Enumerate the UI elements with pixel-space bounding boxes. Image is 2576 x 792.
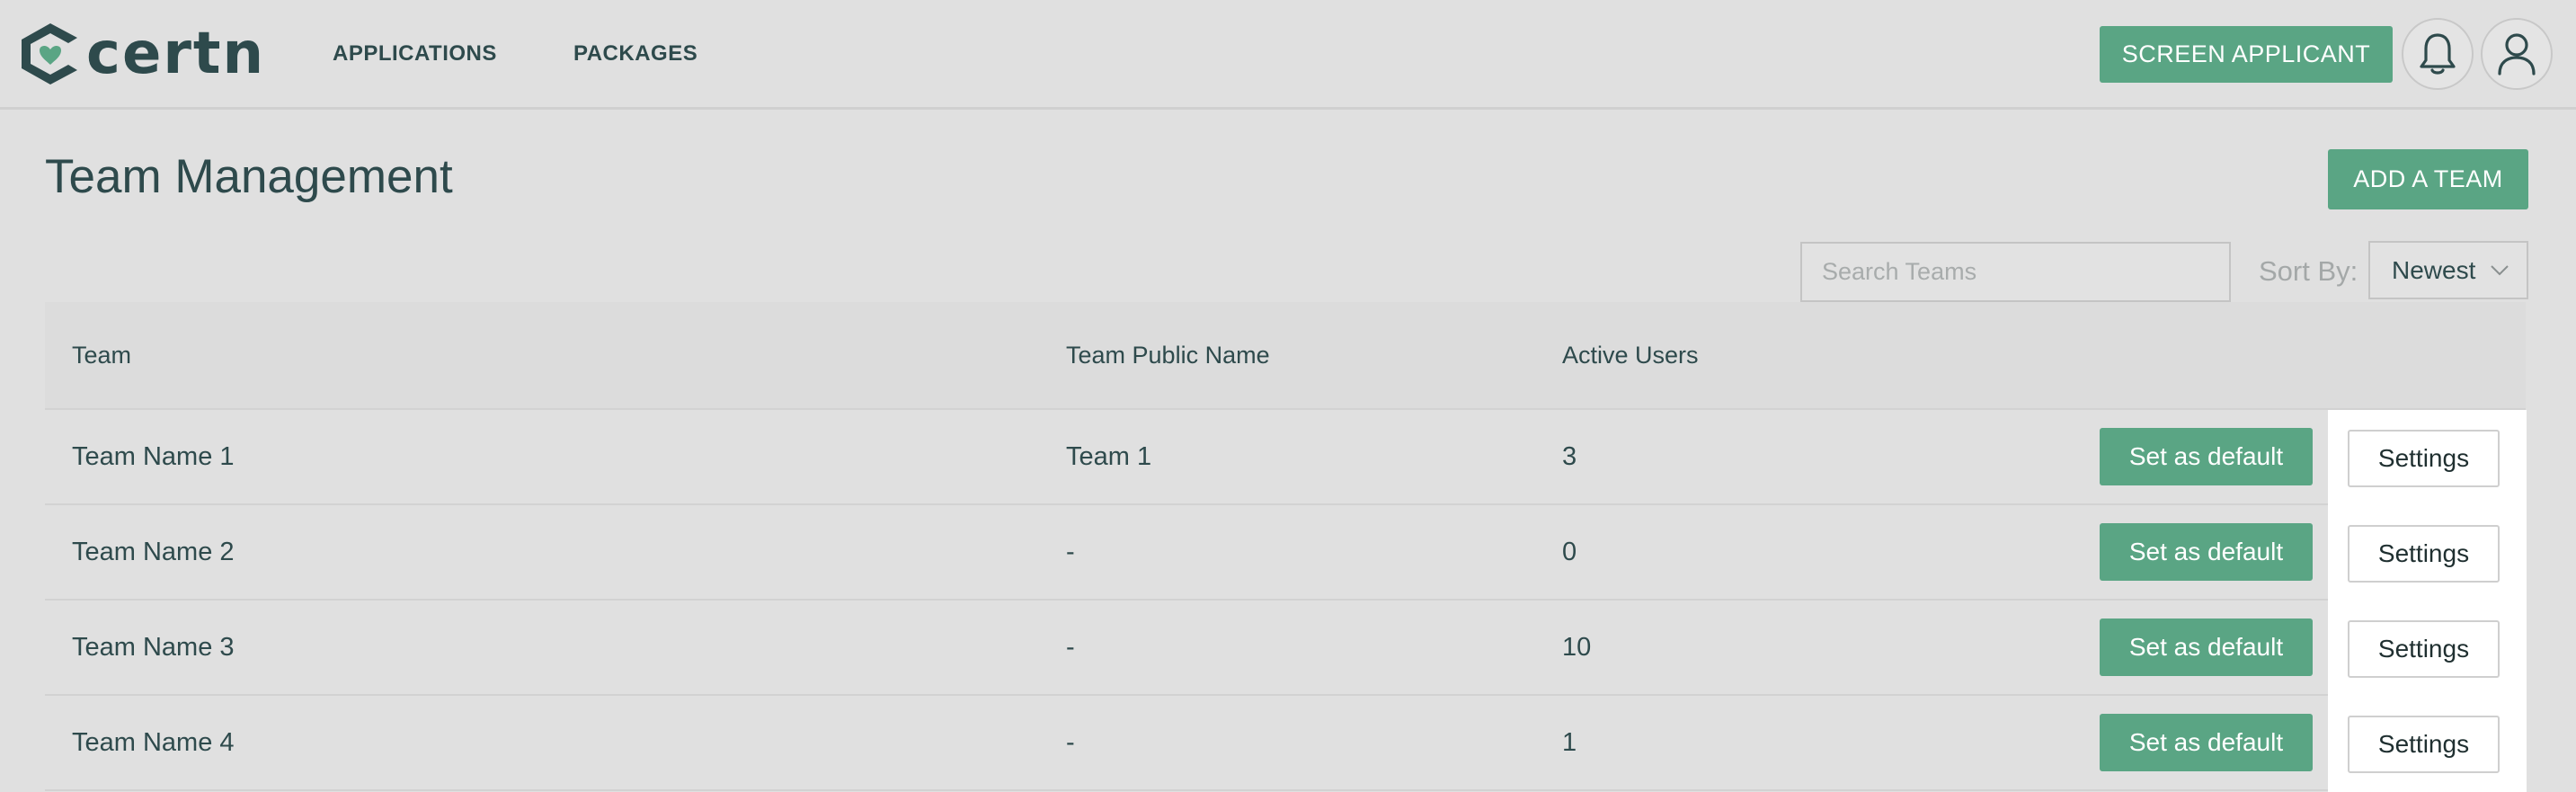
team-name-cell: Team Name 2	[72, 538, 235, 566]
notifications-button[interactable]	[2402, 18, 2474, 90]
active-users-cell: 0	[1562, 538, 1577, 566]
table-row: Team Name 1 Team 1 3 Set as default	[45, 410, 2526, 505]
settings-button[interactable]: Settings	[2348, 620, 2500, 678]
team-public-name-cell: -	[1066, 633, 1075, 662]
page-title: Team Management	[45, 150, 453, 203]
nav-link-packages[interactable]: PACKAGES	[573, 40, 697, 68]
bell-icon	[2420, 33, 2456, 75]
set-as-default-button[interactable]: Set as default	[2100, 523, 2313, 581]
sort-by-label: Sort By:	[2259, 255, 2358, 287]
table-row: Team Name 3 - 10 Set as default	[45, 601, 2526, 696]
teams-table: Team Team Public Name Active Users Team …	[45, 302, 2526, 791]
table-header: Team Team Public Name Active Users	[45, 302, 2526, 410]
sort-select[interactable]: Newest	[2368, 241, 2528, 299]
active-users-cell: 1	[1562, 728, 1577, 757]
profile-button[interactable]	[2481, 18, 2553, 90]
table-row: Team Name 2 - 0 Set as default	[45, 505, 2526, 601]
nav-link-applications[interactable]: APPLICATIONS	[333, 40, 497, 68]
column-header-public-name: Team Public Name	[1066, 342, 1270, 369]
column-header-team: Team	[72, 342, 132, 369]
team-public-name-cell: -	[1066, 728, 1075, 757]
active-users-cell: 3	[1562, 442, 1577, 471]
settings-button[interactable]: Settings	[2348, 716, 2500, 773]
search-teams-input[interactable]	[1800, 242, 2231, 302]
settings-button[interactable]: Settings	[2348, 525, 2500, 583]
top-navigation-bar: certn APPLICATIONS PACKAGES SCREEN APPLI…	[0, 0, 2576, 110]
team-name-cell: Team Name 3	[72, 633, 235, 662]
settings-button[interactable]: Settings	[2348, 430, 2500, 487]
certn-logo-icon	[22, 23, 77, 85]
certn-logo[interactable]: certn	[18, 22, 265, 86]
team-public-name-cell: -	[1066, 538, 1075, 566]
table-row: Team Name 4 - 1 Set as default	[45, 696, 2526, 791]
team-name-cell: Team Name 4	[72, 728, 235, 757]
chevron-down-icon	[2491, 264, 2509, 275]
team-public-name-cell: Team 1	[1066, 442, 1152, 471]
settings-column: Settings Settings Settings Settings	[2328, 410, 2527, 792]
set-as-default-button[interactable]: Set as default	[2100, 618, 2313, 676]
user-icon	[2498, 33, 2536, 76]
brand-name: certn	[86, 21, 266, 87]
sort-selected-value: Newest	[2392, 255, 2476, 284]
add-team-button[interactable]: ADD A TEAM	[2328, 149, 2528, 209]
screen-applicant-button[interactable]: SCREEN APPLICANT	[2100, 26, 2393, 83]
set-as-default-button[interactable]: Set as default	[2100, 714, 2313, 771]
active-users-cell: 10	[1562, 633, 1592, 662]
team-name-cell: Team Name 1	[72, 442, 235, 471]
set-as-default-button[interactable]: Set as default	[2100, 428, 2313, 485]
column-header-active-users: Active Users	[1562, 342, 1699, 369]
